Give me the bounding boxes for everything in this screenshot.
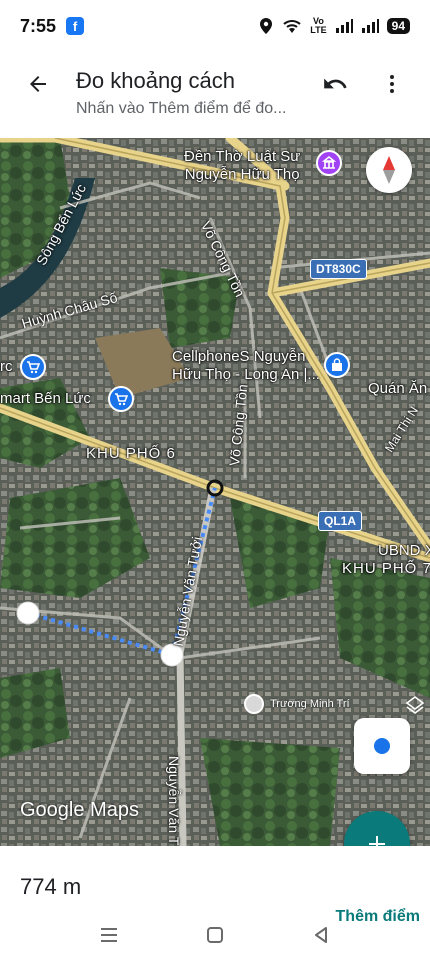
- my-location-icon: [374, 738, 390, 754]
- measured-distance: 774 m: [20, 874, 82, 899]
- facebook-icon: f: [66, 17, 85, 35]
- label-den-tho[interactable]: Đền Thờ Luật Sư Nguyễn Hữu Thọ: [184, 148, 300, 184]
- status-bar: 7:55 f Vo LTE 94: [0, 0, 430, 52]
- label-khu-pho-7: KHU PHỐ 7: [342, 560, 430, 577]
- label-ubnd[interactable]: UBND X: [378, 542, 430, 560]
- label-nguyen-van-t: Nguyễn Văn T: [166, 756, 182, 846]
- label-rc-fragment[interactable]: rc: [0, 358, 13, 376]
- system-nav-bar: [0, 910, 430, 960]
- system-back-button[interactable]: [307, 921, 335, 949]
- home-button[interactable]: [201, 921, 229, 949]
- avatar: [244, 694, 264, 714]
- signal-icon: [361, 19, 379, 33]
- more-vert-icon: [390, 75, 394, 93]
- layers-button[interactable]: [404, 694, 426, 716]
- my-location-button[interactable]: [354, 718, 410, 774]
- more-options-button[interactable]: [372, 64, 412, 104]
- route-badge-ql1a: QL1A: [318, 511, 363, 531]
- wifi-icon: [283, 20, 301, 33]
- signal-icon: [335, 19, 353, 33]
- arrow-left-icon: [30, 76, 46, 92]
- user-location-chip[interactable]: Trương Minh Trí: [244, 694, 350, 714]
- route-badge-dt830c: DT830C: [310, 259, 367, 279]
- label-khu-pho-6: KHU PHỐ 6: [86, 445, 176, 462]
- volte-indicator: Vo LTE: [310, 16, 327, 35]
- undo-button[interactable]: [315, 64, 355, 104]
- app-header: Đo khoảng cách Nhấn vào Thêm điểm để đo.…: [0, 52, 430, 138]
- page-title: Đo khoảng cách: [76, 68, 235, 93]
- user-name: Trương Minh Trí: [270, 698, 350, 710]
- bottom-sheet: 774 m Thêm điểm: [0, 846, 430, 925]
- screen: 7:55 f Vo LTE 94 Đo khoảng cách Nhấn vào …: [0, 0, 430, 960]
- google-maps-logo: Google Maps: [20, 799, 139, 821]
- home-square-icon: [207, 927, 223, 943]
- label-quan-an[interactable]: Quán Ăn: [368, 380, 427, 398]
- back-triangle-icon: [315, 927, 327, 943]
- status-icons: Vo LTE 94: [258, 17, 410, 35]
- measure-point-start: [16, 601, 40, 625]
- shopping-cart-icon[interactable]: [108, 386, 134, 412]
- back-button[interactable]: [18, 64, 58, 104]
- label-cellphones[interactable]: CellphoneS Nguyễn Hữu Thọ - Long An |...: [172, 348, 320, 384]
- menu-icon: [101, 928, 117, 942]
- location-pin-icon: [260, 18, 273, 34]
- page-subtitle: Nhấn vào Thêm điểm để đo...: [76, 100, 287, 117]
- compass-icon: [383, 156, 395, 184]
- undo-icon: [324, 78, 347, 89]
- label-smart-ben-luc[interactable]: mart Bến Lức: [0, 390, 91, 408]
- map-view[interactable]: Đền Thờ Luật Sư Nguyễn Hữu Thọ Sông Bến …: [0, 138, 430, 846]
- battery-indicator: 94: [386, 18, 410, 34]
- shopping-cart-icon[interactable]: [20, 354, 46, 380]
- status-time: 7:55: [20, 15, 57, 36]
- shopping-bag-icon[interactable]: [324, 352, 350, 378]
- recent-apps-button[interactable]: [95, 921, 123, 949]
- measure-point-mid: [160, 643, 184, 667]
- compass-button[interactable]: [366, 147, 412, 193]
- layers-icon: [405, 696, 425, 714]
- plus-icon: [369, 836, 385, 846]
- landmark-pin-icon[interactable]: [316, 150, 342, 176]
